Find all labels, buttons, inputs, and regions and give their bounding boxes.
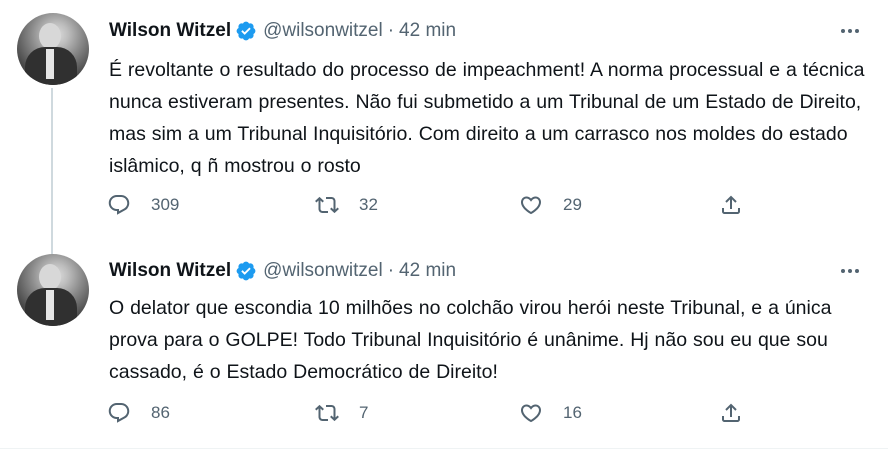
reply-icon bbox=[108, 195, 130, 215]
verified-badge-icon bbox=[235, 20, 257, 42]
author-handle[interactable]: @wilsonwitzel bbox=[263, 260, 383, 282]
retweet-icon bbox=[315, 404, 339, 422]
like-count: 16 bbox=[563, 403, 582, 422]
tweet-header: Wilson Witzel @wilsonwitzel · 42 min bbox=[109, 258, 456, 284]
reply-count: 309 bbox=[151, 195, 180, 214]
like-count: 29 bbox=[563, 195, 582, 214]
like-button[interactable]: 29 bbox=[519, 191, 582, 219]
retweet-button[interactable]: 32 bbox=[315, 191, 378, 219]
verified-badge-icon bbox=[235, 260, 257, 282]
more-icon[interactable] bbox=[836, 258, 864, 284]
tweet-actions: 309 32 29 bbox=[107, 191, 747, 219]
author-name[interactable]: Wilson Witzel bbox=[109, 260, 231, 282]
reply-icon bbox=[108, 403, 130, 423]
retweet-count: 32 bbox=[359, 195, 378, 214]
share-icon bbox=[722, 403, 740, 422]
tweet-header: Wilson Witzel @wilsonwitzel · 42 min bbox=[109, 18, 456, 44]
separator: · bbox=[387, 260, 395, 281]
more-icon[interactable] bbox=[836, 18, 864, 44]
share-icon bbox=[722, 195, 740, 214]
share-button[interactable] bbox=[719, 191, 743, 219]
reply-count: 86 bbox=[151, 403, 170, 422]
reply-button[interactable]: 309 bbox=[107, 191, 179, 219]
tweet-text: O delator que escondia 10 milhões no col… bbox=[109, 297, 832, 383]
avatar[interactable] bbox=[17, 254, 89, 326]
tweet[interactable]: Wilson Witzel @wilsonwitzel · 42 min É r… bbox=[0, 0, 888, 240]
retweet-button[interactable]: 7 bbox=[315, 399, 368, 427]
retweet-count: 7 bbox=[359, 403, 369, 422]
like-icon bbox=[520, 404, 542, 423]
like-button[interactable]: 16 bbox=[519, 399, 582, 427]
tweet[interactable]: Wilson Witzel @wilsonwitzel · 42 min O d… bbox=[0, 240, 888, 449]
like-icon bbox=[520, 196, 542, 215]
reply-button[interactable]: 86 bbox=[107, 399, 170, 427]
tweet-text: É revoltante o resultado do processo de … bbox=[109, 59, 865, 177]
timestamp[interactable]: 42 min bbox=[399, 20, 456, 42]
retweet-icon bbox=[315, 196, 339, 214]
avatar[interactable] bbox=[17, 13, 89, 85]
tweet-actions: 86 7 16 bbox=[107, 399, 747, 427]
author-handle[interactable]: @wilsonwitzel bbox=[263, 20, 383, 42]
timestamp[interactable]: 42 min bbox=[399, 260, 456, 282]
separator: · bbox=[387, 20, 395, 41]
share-button[interactable] bbox=[719, 399, 743, 427]
author-name[interactable]: Wilson Witzel bbox=[109, 20, 231, 42]
